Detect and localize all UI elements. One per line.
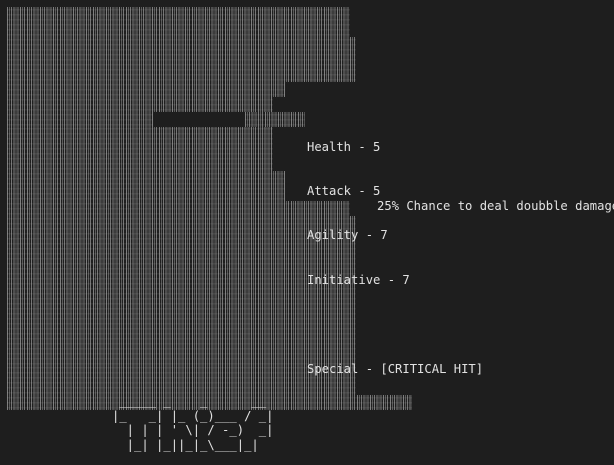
art-row [7, 36, 417, 52]
special-description: 25% Chance to deal doubble damage [377, 199, 614, 213]
art-row [7, 21, 417, 37]
banner-line: |_| |_||_|_\___|_| [112, 437, 259, 452]
initiative-stat: Initiative - 7 [307, 272, 410, 287]
banner-line: _____ _ _ __ [112, 394, 267, 408]
attack-stat: Attack - 5 [307, 183, 381, 198]
terminal-window[interactable]: Health - 5 Attack - 5 Agility - 7 Initia… [0, 0, 614, 465]
special-stat: Special - [CRITICAL HIT] [307, 361, 484, 376]
banner-line: | | | ' \| / -_) _| [112, 423, 274, 438]
stats-spacer [307, 317, 483, 332]
character-stats: Health - 5 Attack - 5 Agility - 7 Initia… [307, 110, 483, 406]
art-row [7, 7, 417, 22]
health-stat: Health - 5 [307, 139, 381, 154]
banner-line: |_ _| |_ (_)___ / _| [112, 408, 274, 423]
art-row [7, 81, 417, 97]
art-row [7, 66, 417, 82]
thief-ascii-banner: _____ _ _ __ |_ _| |_ (_)___ / _| | | | '… [112, 394, 273, 452]
art-row [7, 51, 417, 67]
agility-stat: Agility - 7 [307, 228, 388, 243]
